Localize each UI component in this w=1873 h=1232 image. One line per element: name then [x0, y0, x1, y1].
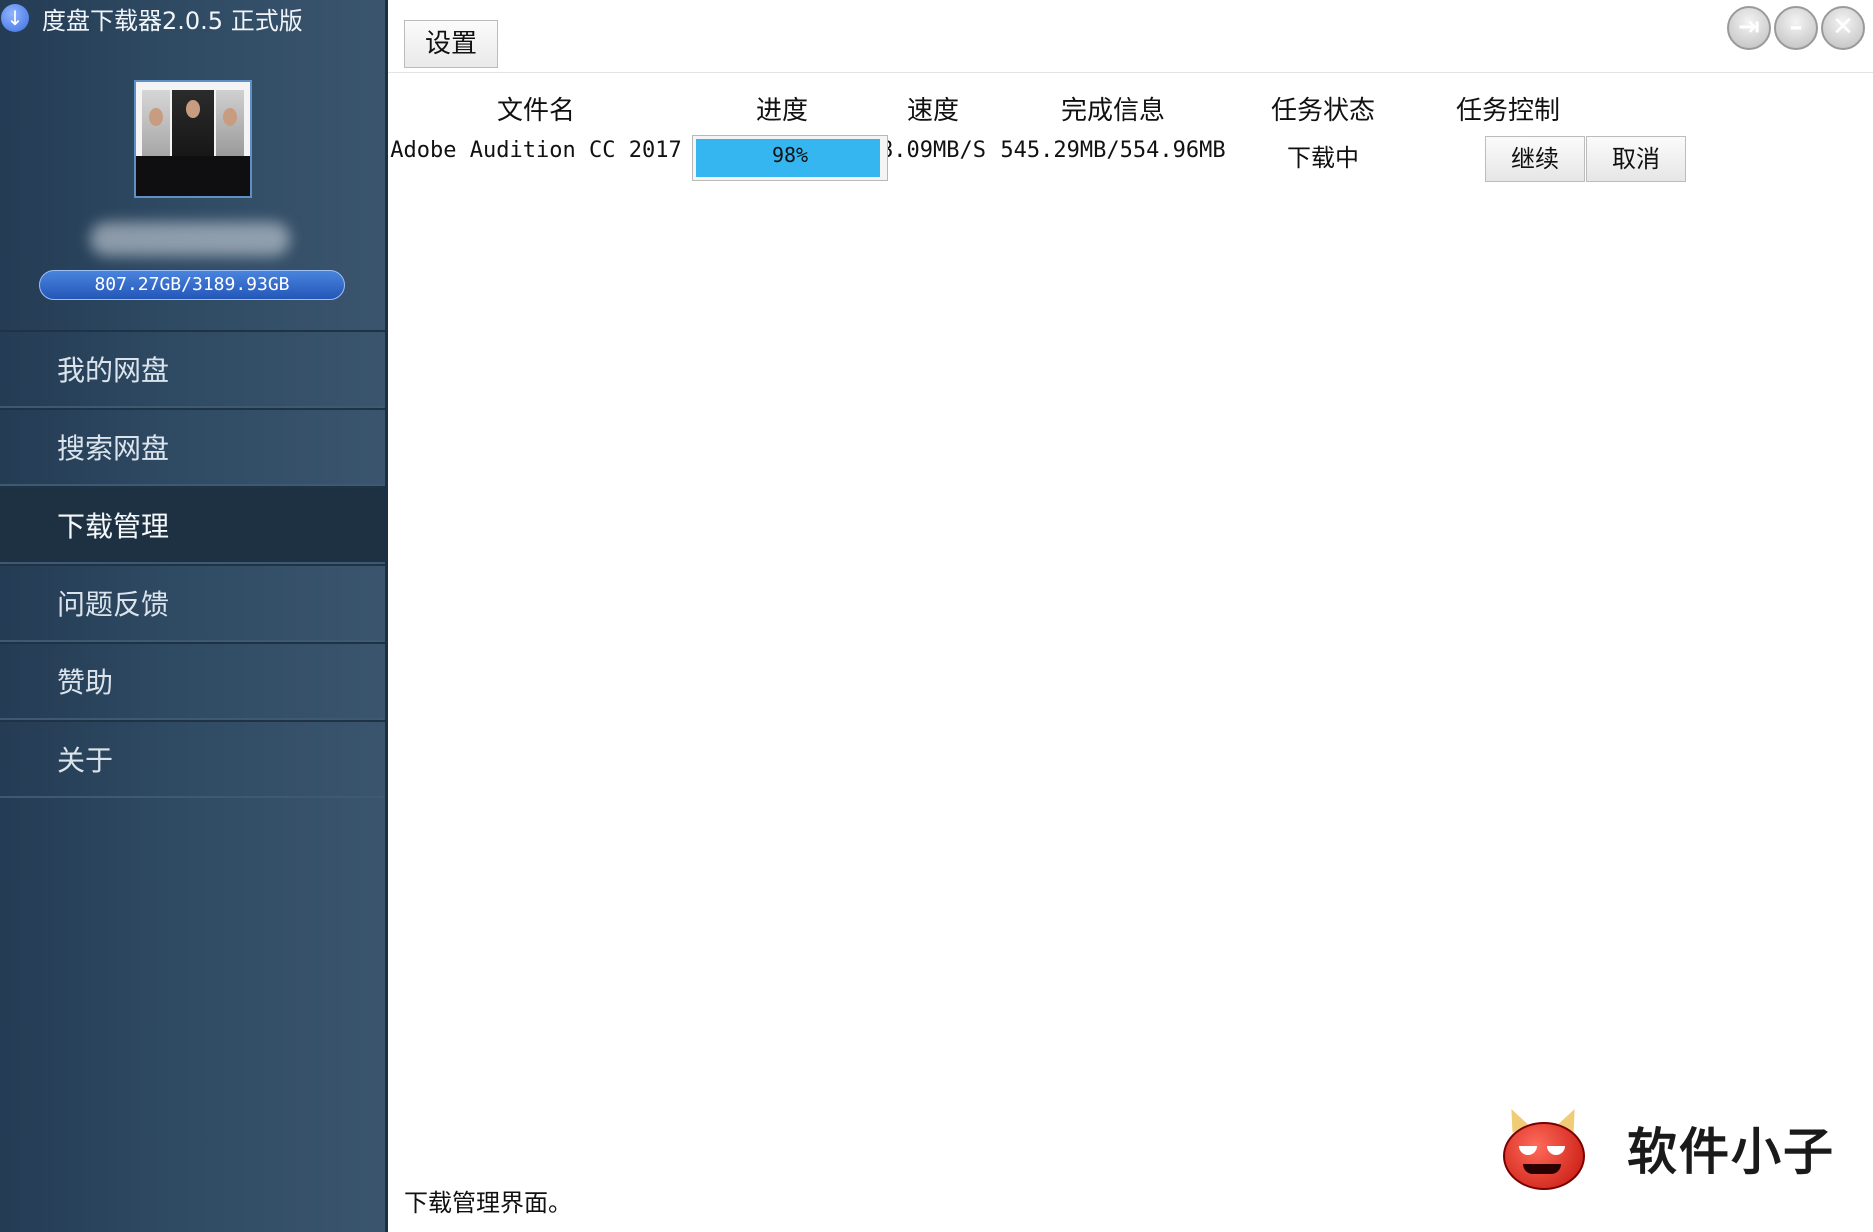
column-header-filename: 文件名: [496, 96, 575, 126]
top-toolbar: 设置: [388, 0, 1873, 73]
storage-quota-badge: 807.27GB/3189.93GB: [39, 270, 345, 300]
column-header-control: 任务控制: [1455, 96, 1560, 126]
column-header-speed: 速度: [906, 96, 959, 126]
watermark: 软件小子: [1497, 1105, 1835, 1190]
sidebar-item-download-manager[interactable]: 下载管理: [0, 486, 385, 564]
download-progress-bar: 98%: [692, 135, 888, 181]
watermark-text: 软件小子: [1627, 1123, 1835, 1181]
row-speed: 8.09MB/S: [880, 138, 986, 163]
column-header-progress: 进度: [755, 96, 808, 126]
close-icon[interactable]: ✕: [1821, 6, 1865, 50]
app-title: 度盘下载器2.0.5 正式版: [42, 6, 303, 35]
settings-button[interactable]: 设置: [404, 20, 498, 68]
continue-button[interactable]: 继续: [1485, 136, 1585, 182]
devil-face-icon: [1497, 1105, 1587, 1190]
username-blurred: [90, 222, 290, 256]
sidebar: ↓ 度盘下载器2.0.5 正式版 807.27GB/3189.93GB 我的网盘…: [0, 0, 388, 1232]
sidebar-item-sponsor[interactable]: 赞助: [0, 642, 385, 720]
row-completion: 545.29MB/554.96MB: [1000, 138, 1226, 163]
progress-text: 98%: [771, 143, 809, 167]
app-title-bar: ↓ 度盘下载器2.0.5 正式版: [0, 0, 303, 36]
minimize-icon[interactable]: –: [1774, 6, 1818, 50]
logout-icon[interactable]: ⇥: [1727, 6, 1771, 50]
avatar[interactable]: [134, 80, 252, 198]
status-bar-text: 下载管理界面。: [404, 1189, 572, 1217]
column-header-completion: 完成信息: [1060, 96, 1165, 126]
main-panel: 设置 ⇥ – ✕ 文件名 进度 速度 完成信息 任务状态 任务控制 Adobe …: [388, 0, 1873, 1232]
row-status: 下载中: [1287, 144, 1359, 172]
row-filename: Adobe Audition CC 2017: [390, 138, 682, 163]
sidebar-item-about[interactable]: 关于: [0, 720, 385, 798]
column-header-status: 任务状态: [1270, 96, 1375, 126]
sidebar-item-my-disk[interactable]: 我的网盘: [0, 330, 385, 408]
sidebar-nav: 我的网盘 搜索网盘 下载管理 问题反馈 赞助 关于: [0, 330, 385, 798]
sidebar-item-search-disk[interactable]: 搜索网盘: [0, 408, 385, 486]
download-arrow-icon: ↓: [1, 4, 29, 32]
cancel-button[interactable]: 取消: [1586, 136, 1686, 182]
sidebar-item-feedback[interactable]: 问题反馈: [0, 564, 385, 642]
